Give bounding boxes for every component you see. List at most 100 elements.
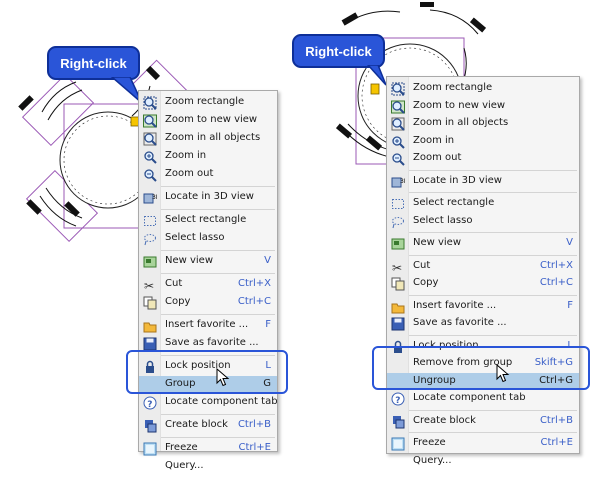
menu-item-cut[interactable]: ✂ Cut Ctrl+X — [139, 276, 277, 294]
menu-item-label: Query... — [165, 460, 204, 471]
menu-item-cut[interactable]: ✂ Cut Ctrl+X — [387, 258, 579, 276]
menu-item-label: Create block — [165, 419, 228, 430]
select-rectangle-icon — [391, 196, 405, 210]
menu-item-zoom-to-new-view[interactable]: Zoom to new view — [387, 98, 579, 116]
svg-text:✂: ✂ — [392, 261, 402, 274]
menu-separator — [409, 409, 577, 411]
group-highlight-box — [126, 350, 288, 394]
menu-item-zoom-in[interactable]: Zoom in — [387, 133, 579, 151]
menu-item-shortcut: Ctrl+B — [237, 419, 271, 430]
menu-item-label: Copy — [413, 277, 439, 288]
menu-item-locate-in-3d-view[interactable]: 3D Locate in 3D view — [387, 173, 579, 191]
svg-text:?: ? — [395, 396, 400, 406]
menu-separator — [409, 432, 577, 433]
menu-item-label: Zoom out — [413, 152, 462, 163]
menu-item-label: Insert favorite ... — [165, 319, 249, 330]
mouse-cursor-icon — [496, 364, 510, 383]
menu-item-shortcut: V — [566, 237, 573, 248]
menu-item-select-lasso[interactable]: Select lasso — [387, 213, 579, 231]
menu-item-label: Freeze — [165, 442, 198, 453]
locate-3d-icon: 3D — [143, 190, 161, 204]
menu-item-shortcut: F — [567, 299, 573, 311]
save-icon — [391, 316, 405, 331]
select-lasso-icon — [391, 214, 405, 228]
menu-item-label: Zoom in all objects — [165, 132, 261, 143]
menu-item-shortcut: Ctrl+E — [238, 442, 272, 453]
menu-item-zoom-in-all-objects[interactable]: Zoom in all objects — [139, 130, 277, 148]
menu-item-label: Zoom rectangle — [165, 96, 245, 107]
menu-item-select-lasso[interactable]: Select lasso — [139, 230, 277, 248]
menu-item-label: New view — [413, 237, 462, 248]
menu-item-label: Select lasso — [413, 214, 473, 226]
menu-item-zoom-out[interactable]: Zoom out — [139, 166, 277, 184]
zoom-rectangle-icon — [391, 81, 405, 96]
scissors-icon: ✂ — [143, 277, 157, 293]
menu-item-zoom-rectangle[interactable]: Zoom rectangle — [139, 94, 277, 112]
menu-item-locate-component-tab[interactable]: ? Locate component tab — [387, 390, 579, 408]
menu-separator — [161, 437, 275, 438]
help-icon: ? — [391, 391, 405, 406]
menu-item-copy[interactable]: Copy Ctrl+C — [139, 294, 277, 312]
menu-separator — [161, 314, 275, 315]
copy-icon — [143, 295, 157, 310]
menu-item-select-rectangle[interactable]: Select rectangle — [387, 195, 579, 213]
copy-icon — [391, 276, 405, 291]
scissors-icon: ✂ — [391, 259, 405, 275]
menu-separator — [161, 273, 275, 274]
menu-item-query[interactable]: Query... — [387, 453, 579, 471]
menu-item-insert-favorite[interactable]: Insert favorite ... F — [139, 317, 277, 335]
menu-separator — [409, 294, 577, 296]
menu-separator — [409, 169, 577, 171]
menu-item-locate-in-3d-view[interactable]: 3D Locate in 3D view — [139, 189, 277, 207]
menu-separator — [409, 192, 577, 193]
menu-item-insert-favorite[interactable]: Insert favorite ... F — [387, 298, 579, 316]
menu-item-shortcut: Ctrl+X — [237, 278, 271, 289]
menu-separator — [161, 209, 275, 210]
menu-item-label: Zoom in — [413, 134, 455, 146]
menu-item-label: Cut — [413, 259, 431, 271]
insert-favorite-icon — [391, 299, 405, 313]
zoom-new-view-icon — [143, 113, 157, 128]
zoom-out-icon — [391, 151, 405, 166]
callout-label: Right-click — [305, 44, 372, 59]
menu-item-label: Zoom to new view — [413, 99, 506, 111]
menu-item-label: Query... — [413, 454, 452, 466]
zoom-new-view-icon — [391, 99, 405, 114]
menu-item-query[interactable]: Query... — [139, 458, 277, 476]
menu-item-label: Zoom to new view — [165, 114, 258, 125]
menu-item-locate-component-tab[interactable]: ? Locate component tab — [139, 394, 278, 412]
menu-item-label: Save as favorite ... — [165, 337, 259, 348]
menu-item-select-rectangle[interactable]: Select rectangle — [139, 212, 277, 230]
menu-item-zoom-to-new-view[interactable]: Zoom to new view — [139, 112, 277, 130]
menu-item-new-view[interactable]: New view V — [387, 235, 579, 253]
menu-item-copy[interactable]: Copy Ctrl+C — [387, 275, 579, 293]
menu-item-create-block[interactable]: Create block Ctrl+B — [139, 417, 277, 435]
zoom-all-objects-icon — [391, 116, 405, 131]
right-panel: Right-click Zoom rectangle Zoom to new vi… — [292, 0, 612, 478]
menu-item-label: Zoom in all objects — [413, 117, 509, 128]
zoom-rectangle-icon — [143, 95, 157, 110]
menu-item-label: Locate in 3D view — [165, 191, 254, 202]
menu-item-freeze[interactable]: Freeze Ctrl+E — [139, 440, 277, 458]
menu-item-zoom-in[interactable]: Zoom in — [139, 148, 277, 166]
freeze-icon — [143, 441, 157, 456]
ungroup-highlight-box — [372, 346, 590, 390]
menu-item-save-as-favorite[interactable]: Save as favorite ... — [387, 315, 579, 333]
menu-item-label: Insert favorite ... — [413, 299, 497, 311]
menu-separator — [161, 186, 275, 187]
menu-item-create-block[interactable]: Create block Ctrl+B — [387, 413, 579, 431]
menu-item-zoom-in-all-objects[interactable]: Zoom in all objects — [387, 115, 579, 133]
insert-favorite-icon — [143, 318, 157, 333]
menu-item-label: Zoom in — [165, 150, 207, 161]
menu-item-new-view[interactable]: New view V — [139, 253, 277, 271]
right-context-menu: Zoom rectangle Zoom to new view Zoom in al… — [386, 76, 580, 466]
svg-text:3D: 3D — [152, 194, 157, 201]
menu-separator — [161, 250, 275, 251]
menu-item-shortcut: F — [265, 319, 271, 330]
menu-item-zoom-out[interactable]: Zoom out — [387, 150, 579, 168]
select-lasso-icon — [143, 231, 157, 246]
save-icon — [143, 336, 157, 351]
menu-item-freeze[interactable]: Freeze Ctrl+E — [387, 435, 579, 453]
menu-item-zoom-rectangle[interactable]: Zoom rectangle — [387, 80, 579, 98]
menu-item-shortcut: Ctrl+C — [539, 277, 573, 288]
